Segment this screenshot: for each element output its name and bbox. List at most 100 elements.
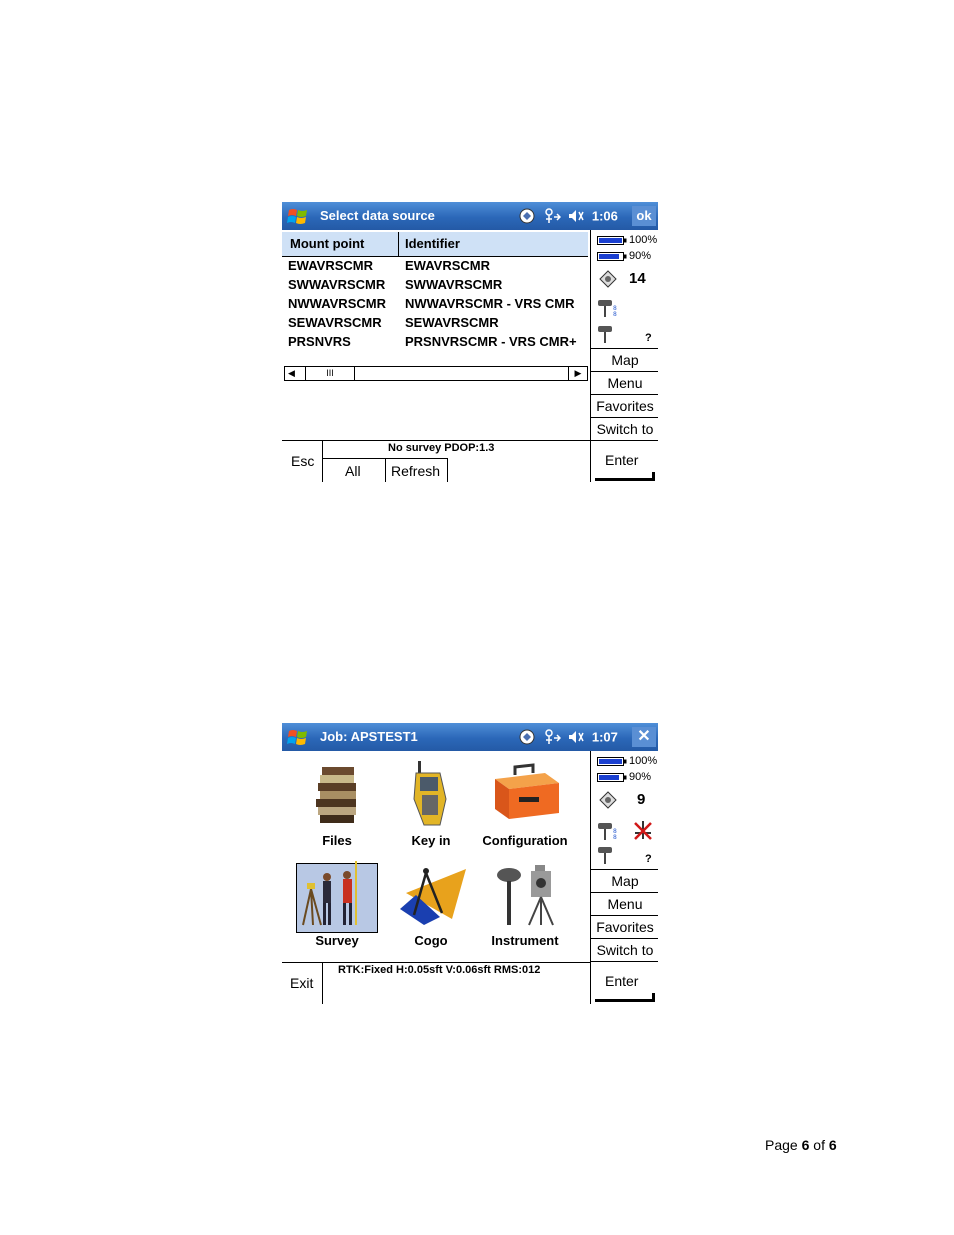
- instrument-tile[interactable]: Instrument: [478, 859, 572, 959]
- windows-start-icon[interactable]: [287, 727, 309, 747]
- clock[interactable]: 1:07: [592, 730, 618, 745]
- cogo-label: Cogo: [414, 933, 448, 948]
- battery-percent: 100%: [629, 234, 658, 246]
- speaker-muted-icon[interactable]: [567, 728, 585, 746]
- satellite-count: 9: [637, 791, 646, 808]
- window-title: Select data source: [320, 208, 435, 223]
- title-bar: Job: APSTEST1 1:07 ✕: [282, 723, 658, 751]
- battery-icon[interactable]: [597, 757, 627, 766]
- windows-start-icon[interactable]: [287, 206, 309, 226]
- column-divider[interactable]: [398, 232, 399, 256]
- files-label: Files: [322, 833, 352, 848]
- switch-to-button[interactable]: Switch to: [591, 938, 658, 961]
- esc-button[interactable]: Esc: [291, 453, 314, 469]
- speaker-muted-icon[interactable]: [567, 207, 585, 225]
- map-button[interactable]: Map: [591, 348, 658, 371]
- page-of: of: [809, 1137, 829, 1153]
- divider: [282, 440, 590, 441]
- enter-key-tick: [652, 993, 655, 1002]
- satellite-icon[interactable]: [597, 789, 619, 811]
- key-in-label: Key in: [411, 833, 451, 848]
- exit-button[interactable]: Exit: [290, 975, 313, 991]
- mount-point-cell: PRSNVRS: [288, 334, 351, 349]
- sync-icon[interactable]: [518, 728, 536, 746]
- status-text: No survey PDOP:1.3: [388, 442, 495, 454]
- page-prefix: Page: [765, 1137, 802, 1153]
- mount-point-cell: SEWAVRSCMR: [288, 315, 382, 330]
- select-data-source-screen: Select data source 1:06 ok Mount point I…: [282, 202, 658, 482]
- enter-key-tick: [652, 472, 655, 481]
- battery-percent: 100%: [629, 755, 658, 767]
- sync-icon[interactable]: [518, 207, 536, 225]
- enter-key-icon: [595, 999, 653, 1002]
- map-button[interactable]: Map: [591, 869, 658, 892]
- identifier-cell: SWWAVRSCMR: [405, 277, 503, 292]
- receiver-icon[interactable]: 88: [597, 821, 619, 841]
- system-tray: 1:07: [518, 728, 618, 746]
- files-tile[interactable]: Files: [290, 759, 384, 859]
- mount-point-cell: SWWAVRSCMR: [288, 277, 386, 292]
- favorites-button[interactable]: Favorites: [591, 915, 658, 938]
- connectivity-icon[interactable]: [543, 728, 561, 746]
- battery-icon[interactable]: [597, 236, 627, 245]
- base-receiver-icon[interactable]: [597, 845, 619, 865]
- menu-button[interactable]: Menu: [591, 892, 658, 915]
- divider: [322, 440, 323, 482]
- enter-key-icon: [595, 478, 653, 481]
- status-panel: 100% 90% 9 88 ? Map Menu Favorites Switc…: [590, 751, 658, 1004]
- receiver-status: ?: [645, 853, 652, 865]
- scroll-right-arrow-icon[interactable]: ▶: [568, 367, 587, 380]
- identifier-cell: PRSNVRSCMR - VRS CMR+: [405, 334, 577, 349]
- instrument-label: Instrument: [491, 933, 559, 948]
- enter-button[interactable]: Enter: [591, 961, 658, 1004]
- connectivity-icon[interactable]: [543, 207, 561, 225]
- cogo-tile[interactable]: Cogo: [384, 859, 478, 959]
- battery-percent: 90%: [629, 771, 652, 783]
- divider: [385, 458, 386, 482]
- survey-tile[interactable]: Survey: [282, 859, 378, 959]
- refresh-button[interactable]: Refresh: [391, 463, 440, 479]
- horizontal-scrollbar[interactable]: ◀ III ▶: [284, 366, 588, 381]
- cogo-icon: [400, 868, 466, 925]
- title-bar: Select data source 1:06 ok: [282, 202, 658, 230]
- radio-no-signal-icon[interactable]: [631, 819, 655, 841]
- column-header-mount-point[interactable]: Mount point: [290, 236, 364, 251]
- battery-icon[interactable]: [597, 773, 627, 782]
- system-tray: 1:06: [518, 207, 618, 225]
- scroll-left-arrow-icon[interactable]: ◀: [288, 368, 295, 379]
- battery-percent: 90%: [629, 250, 652, 262]
- instrument-icon: [497, 865, 554, 926]
- controller-icon: [413, 761, 447, 826]
- divider: [447, 458, 448, 482]
- switch-to-button[interactable]: Switch to: [591, 417, 658, 440]
- all-button[interactable]: All: [345, 463, 361, 479]
- status-panel: 100% 90% 14 88 ? Map Menu Favorites Swit…: [590, 230, 658, 482]
- battery-icon[interactable]: [597, 252, 627, 261]
- column-header-identifier[interactable]: Identifier: [405, 236, 460, 251]
- page-total: 6: [828, 1137, 837, 1153]
- window-title: Job: APSTEST1: [320, 729, 418, 744]
- identifier-cell: EWAVRSCMR: [405, 258, 490, 273]
- identifier-cell: NWWAVRSCMR - VRS CMR: [405, 296, 575, 311]
- close-button[interactable]: ✕: [632, 727, 656, 747]
- receiver-status: ?: [645, 332, 652, 344]
- enter-button[interactable]: Enter: [591, 440, 658, 482]
- ok-button[interactable]: ok: [632, 206, 656, 226]
- svg-text:8: 8: [613, 311, 617, 318]
- menu-button[interactable]: Menu: [591, 371, 658, 394]
- mount-point-cell: EWAVRSCMR: [288, 258, 373, 273]
- configuration-tile[interactable]: Configuration: [478, 759, 572, 859]
- enter-label: Enter: [605, 973, 639, 989]
- enter-label: Enter: [605, 452, 639, 468]
- favorites-button[interactable]: Favorites: [591, 394, 658, 417]
- base-receiver-icon[interactable]: [597, 324, 619, 344]
- scroll-thumb[interactable]: III: [305, 367, 355, 380]
- key-in-tile[interactable]: Key in: [384, 759, 478, 859]
- satellite-icon[interactable]: [597, 268, 619, 290]
- list-header: Mount point Identifier: [282, 232, 588, 257]
- survey-icon: [302, 861, 357, 926]
- status-text: RTK:Fixed H:0.05sft V:0.06sft RMS:012: [338, 964, 541, 976]
- clock[interactable]: 1:06: [592, 209, 618, 224]
- page-number: Page 6 of 6: [765, 1137, 837, 1153]
- receiver-icon[interactable]: 88: [597, 298, 619, 318]
